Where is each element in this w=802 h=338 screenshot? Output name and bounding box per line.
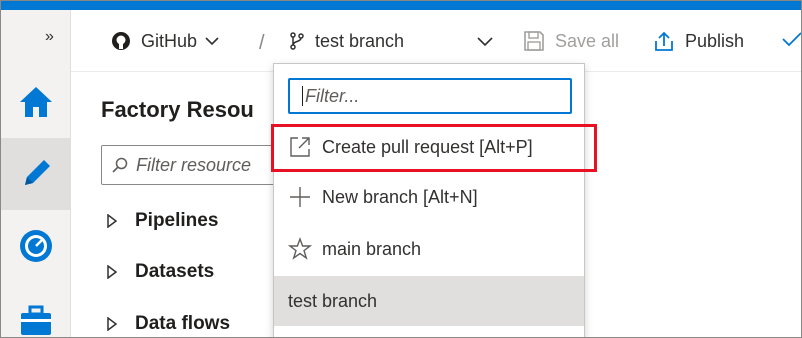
validate-button[interactable] (781, 10, 801, 72)
chevron-down-icon (205, 37, 219, 46)
chevron-down-icon (477, 37, 493, 47)
branch-filter-input[interactable]: Filter... (288, 78, 572, 114)
pencil-icon (25, 160, 50, 185)
menu-item-label: test branch (288, 290, 378, 311)
nav-author[interactable] (1, 138, 71, 210)
panel-title: Factory Resou (101, 97, 254, 122)
tree-item-label: Datasets (135, 261, 215, 282)
top-accent-bar (1, 1, 801, 10)
branch-icon (290, 32, 304, 50)
toolbox-icon (21, 305, 51, 335)
plus-icon (290, 187, 310, 207)
github-icon (112, 32, 130, 50)
tree-item-datasets[interactable]: Datasets (107, 261, 214, 283)
menu-item-create-pull-request[interactable]: Create pull request [Alt+P] (274, 122, 584, 172)
app-window: » GitHub / test branch Save all Publish … (0, 0, 802, 338)
repo-selector[interactable]: GitHub (111, 10, 221, 72)
publish-label: Publish (685, 30, 745, 51)
branch-label: test branch (315, 30, 405, 51)
tree-item-label: Data flows (135, 313, 231, 334)
left-nav-rail: » (1, 10, 71, 337)
factory-resources-panel: Factory Resou Filter resource Pipelines … (71, 72, 291, 337)
caret-right-icon (107, 265, 117, 279)
nav-monitor[interactable] (1, 210, 71, 282)
publish-button[interactable]: Publish (653, 10, 744, 72)
tree-item-label: Pipelines (135, 210, 219, 231)
monitor-gauge-icon (20, 230, 52, 262)
menu-item-label: main branch (322, 238, 422, 259)
branch-filter-placeholder: Filter... (305, 85, 360, 106)
breadcrumb-separator: / (259, 32, 265, 54)
menu-item-test-branch[interactable]: test branch (274, 276, 584, 326)
external-link-icon (290, 137, 310, 157)
star-icon (288, 237, 312, 260)
text-cursor (302, 86, 303, 106)
menu-item-main-branch[interactable]: main branch (274, 224, 584, 274)
resource-search-placeholder: Filter resource (136, 154, 252, 175)
tree-item-data-flows[interactable]: Data flows (107, 313, 230, 335)
nav-home[interactable] (1, 66, 71, 138)
branch-dropdown-menu: Filter... Create pull request [Alt+P] Ne… (273, 63, 585, 337)
save-icon (524, 31, 544, 51)
double-chevron-right-icon[interactable]: » (45, 28, 54, 46)
search-icon (112, 157, 128, 173)
menu-item-label: New branch [Alt+N] (322, 186, 478, 207)
tree-item-pipelines[interactable]: Pipelines (107, 210, 218, 232)
resource-search-input[interactable]: Filter resource (101, 145, 291, 185)
checkmark-icon (782, 32, 801, 47)
save-all-label: Save all (555, 30, 620, 51)
upload-icon (655, 31, 673, 51)
menu-item-new-branch[interactable]: New branch [Alt+N] (274, 172, 584, 222)
menu-item-label: Create pull request [Alt+P] (322, 136, 533, 157)
home-icon (20, 87, 52, 117)
nav-manage[interactable] (1, 282, 71, 337)
caret-right-icon (107, 317, 117, 331)
repo-label: GitHub (141, 30, 198, 51)
caret-right-icon (107, 214, 117, 228)
